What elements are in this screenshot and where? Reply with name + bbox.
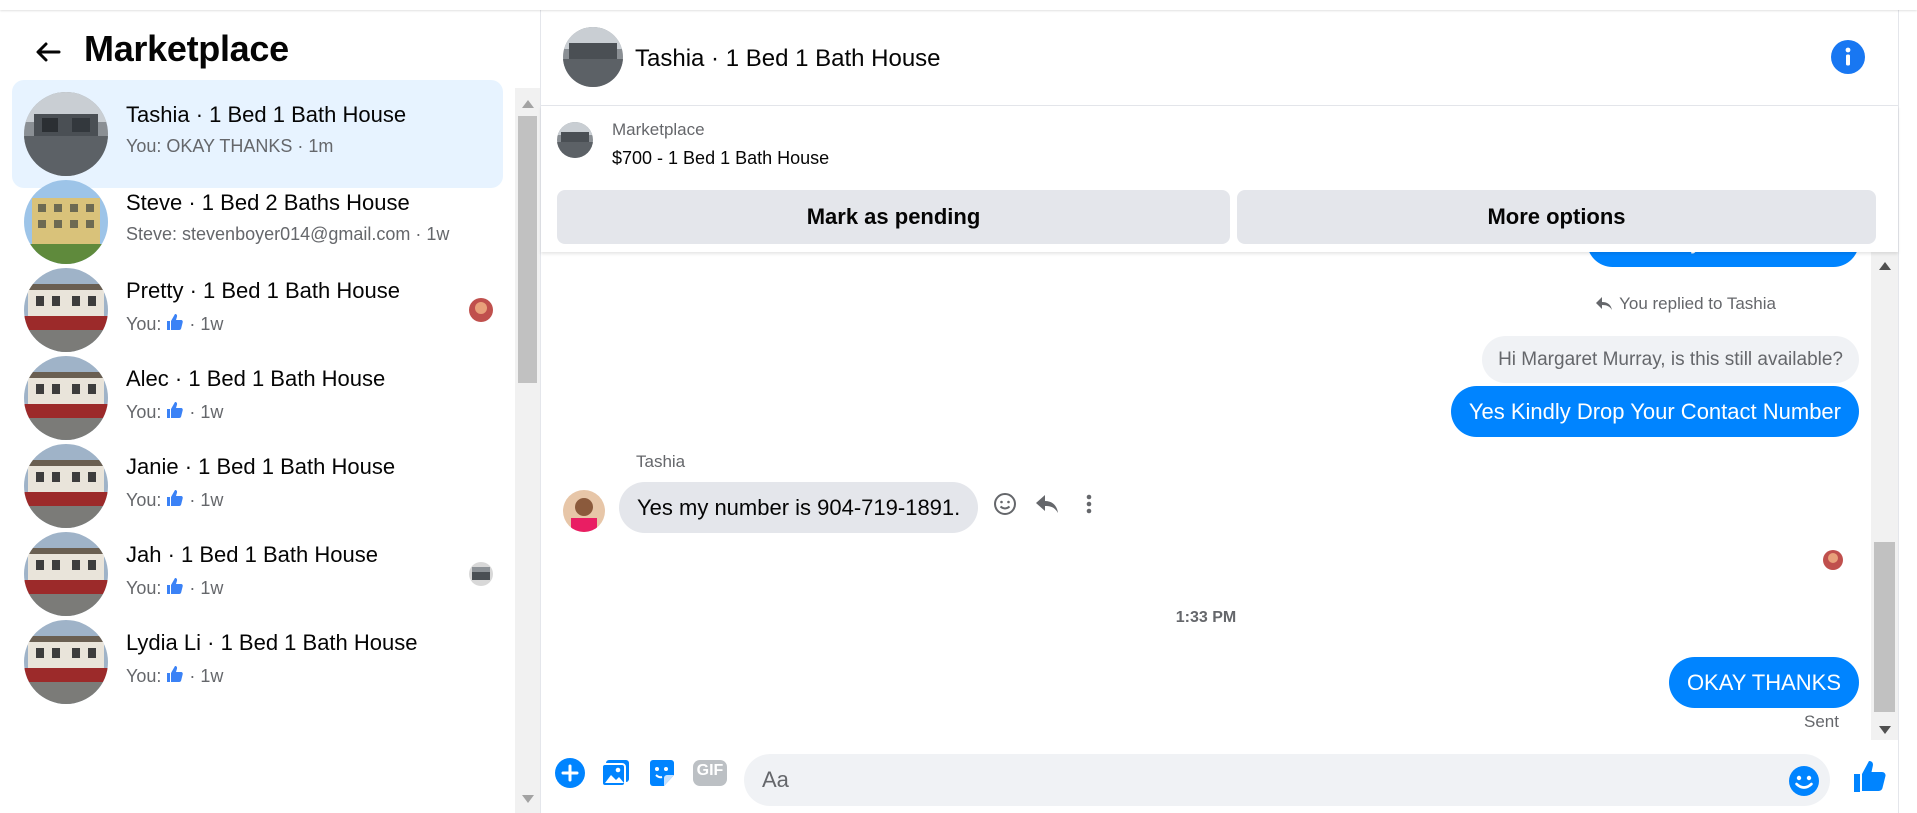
outgoing-message: OKAY THANKS (1668, 657, 1859, 708)
conversation-preview: You: · 1w (126, 488, 223, 513)
outgoing-message: Yes, are you interested? (1586, 252, 1859, 267)
reply-icon[interactable] (1033, 490, 1061, 518)
preview-time: · 1w (189, 314, 224, 334)
listing-avatar (24, 620, 108, 704)
preview-prefix: You: (126, 402, 162, 422)
scroll-down-arrow-icon[interactable] (1879, 726, 1891, 734)
conversation-preview: You: · 1w (126, 664, 223, 689)
conversation-name: Jah · 1 Bed 1 Bath House (126, 542, 378, 567)
quoted-message: Hi Margaret Murray, is this still availa… (1482, 336, 1859, 383)
incoming-message: Yes my number is 904-719-1891. (619, 482, 979, 533)
message-input[interactable] (744, 754, 1830, 806)
more-vertical-icon[interactable] (1075, 490, 1103, 518)
thumbs-up-icon (165, 400, 185, 425)
preview-text: Steve: stevenboyer014@gmail.com · 1w (126, 224, 450, 244)
photo-gallery-icon[interactable] (599, 756, 633, 790)
conversation-preview: You: · 1w (126, 400, 223, 425)
thumbs-up-icon (165, 576, 185, 601)
scrollbar-thumb[interactable] (518, 116, 537, 383)
conversation-preview: Steve: stevenboyer014@gmail.com · 1w (126, 224, 449, 245)
more-options-button[interactable]: More options (1237, 190, 1876, 244)
conversation-name: Alec · 1 Bed 1 Bath House (126, 366, 386, 391)
back-arrow-icon[interactable] (28, 32, 68, 72)
preview-time: · 1w (189, 490, 224, 510)
thumbs-up-icon (165, 664, 185, 689)
reply-arrow-icon (1596, 297, 1613, 310)
listing-avatar (24, 356, 108, 440)
timestamp-separator: 1:33 PM (1175, 609, 1237, 626)
reply-indicator: You replied to Tashia (1595, 294, 1776, 314)
message-thread: Yes, are you interested? You replied to … (541, 252, 1871, 740)
listing-title[interactable]: $700 - 1 Bed 1 Bath House (612, 148, 829, 169)
seen-by-avatar (1823, 550, 1843, 570)
scroll-up-arrow-icon[interactable] (1879, 262, 1891, 270)
preview-prefix: You: (126, 490, 162, 510)
chat-avatar[interactable] (563, 27, 623, 87)
chat-header: Tashia · 1 Bed 1 Bath House (541, 10, 1898, 106)
sender-name: Tashia (636, 452, 686, 471)
page-edge (1898, 10, 1917, 813)
sticker-icon[interactable] (645, 756, 679, 790)
listing-avatar (24, 268, 108, 352)
preview-time: · 1w (189, 402, 224, 422)
react-emoji-icon[interactable] (991, 490, 1019, 518)
page-title: Marketplace (84, 28, 289, 69)
conversation-item-lydia-li[interactable]: Lydia Li · 1 Bed 1 Bath House You: · 1w (12, 608, 503, 716)
conversation-sidebar: Marketplace Tashia · 1 Bed 1 Bath House … (0, 10, 541, 813)
conversation-list: Tashia · 1 Bed 1 Bath House You: OKAY TH… (12, 80, 504, 813)
scroll-down-arrow-icon[interactable] (522, 795, 534, 803)
info-icon[interactable] (1831, 40, 1865, 74)
conversation-name: Janie · 1 Bed 1 Bath House (126, 454, 396, 479)
conversation-name: Pretty · 1 Bed 1 Bath House (126, 278, 400, 303)
mark-as-pending-button[interactable]: Mark as pending (557, 190, 1230, 244)
sender-avatar[interactable] (563, 490, 605, 532)
chat-panel: Tashia · 1 Bed 1 Bath House Marketplace … (541, 10, 1898, 813)
listing-avatar (24, 180, 108, 264)
preview-prefix: You: (126, 314, 162, 334)
chat-title[interactable]: Tashia · 1 Bed 1 Bath House (635, 45, 941, 73)
preview-time: · 1w (189, 578, 224, 598)
outgoing-message: Yes Kindly Drop Your Contact Number (1450, 386, 1859, 437)
conversation-preview: You: · 1w (126, 576, 223, 601)
message-composer: GIF (541, 740, 1898, 813)
send-thumbs-up-icon[interactable] (1851, 758, 1889, 796)
message-actions (991, 490, 1103, 518)
conversation-name: Lydia Li · 1 Bed 1 Bath House (126, 630, 418, 655)
listing-source-label: Marketplace (612, 120, 705, 139)
preview-time: · 1w (189, 666, 224, 686)
sidebar-scrollbar[interactable] (515, 88, 540, 813)
marketplace-listing-banner: Marketplace $700 - 1 Bed 1 Bath House Ma… (541, 106, 1898, 252)
gif-icon[interactable]: GIF (691, 756, 729, 790)
listing-avatar (24, 532, 108, 616)
preview-prefix: You: (126, 578, 162, 598)
top-edge (0, 0, 1917, 10)
listing-thumbnail[interactable] (557, 122, 593, 158)
conversation-name: Steve · 1 Bed 2 Baths House (126, 190, 410, 215)
gif-label: GIF (696, 762, 724, 779)
seen-by-avatar (469, 298, 493, 322)
conversation-preview: You: · 1w (126, 312, 223, 337)
message-scrollbar[interactable] (1871, 252, 1898, 740)
scroll-up-arrow-icon[interactable] (522, 100, 534, 108)
reply-note-text: You replied to Tashia (1619, 294, 1776, 313)
listing-avatar (24, 444, 108, 528)
emoji-picker-icon[interactable] (1787, 764, 1821, 798)
thumbs-up-icon (165, 312, 185, 337)
conversation-preview: You: OKAY THANKS · 1m (126, 136, 333, 157)
conversation-name: Tashia · 1 Bed 1 Bath House (126, 102, 407, 127)
sidebar-header: Marketplace (0, 10, 520, 82)
scrollbar-thumb[interactable] (1874, 542, 1895, 712)
delivery-status: Sent (1804, 712, 1839, 731)
preview-prefix: You: (126, 666, 162, 686)
listing-avatar (24, 92, 108, 176)
preview-text: You: OKAY THANKS · 1m (126, 136, 334, 156)
seen-by-avatar (469, 562, 493, 586)
plus-circle-icon[interactable] (553, 756, 587, 790)
thumbs-up-icon (165, 488, 185, 513)
